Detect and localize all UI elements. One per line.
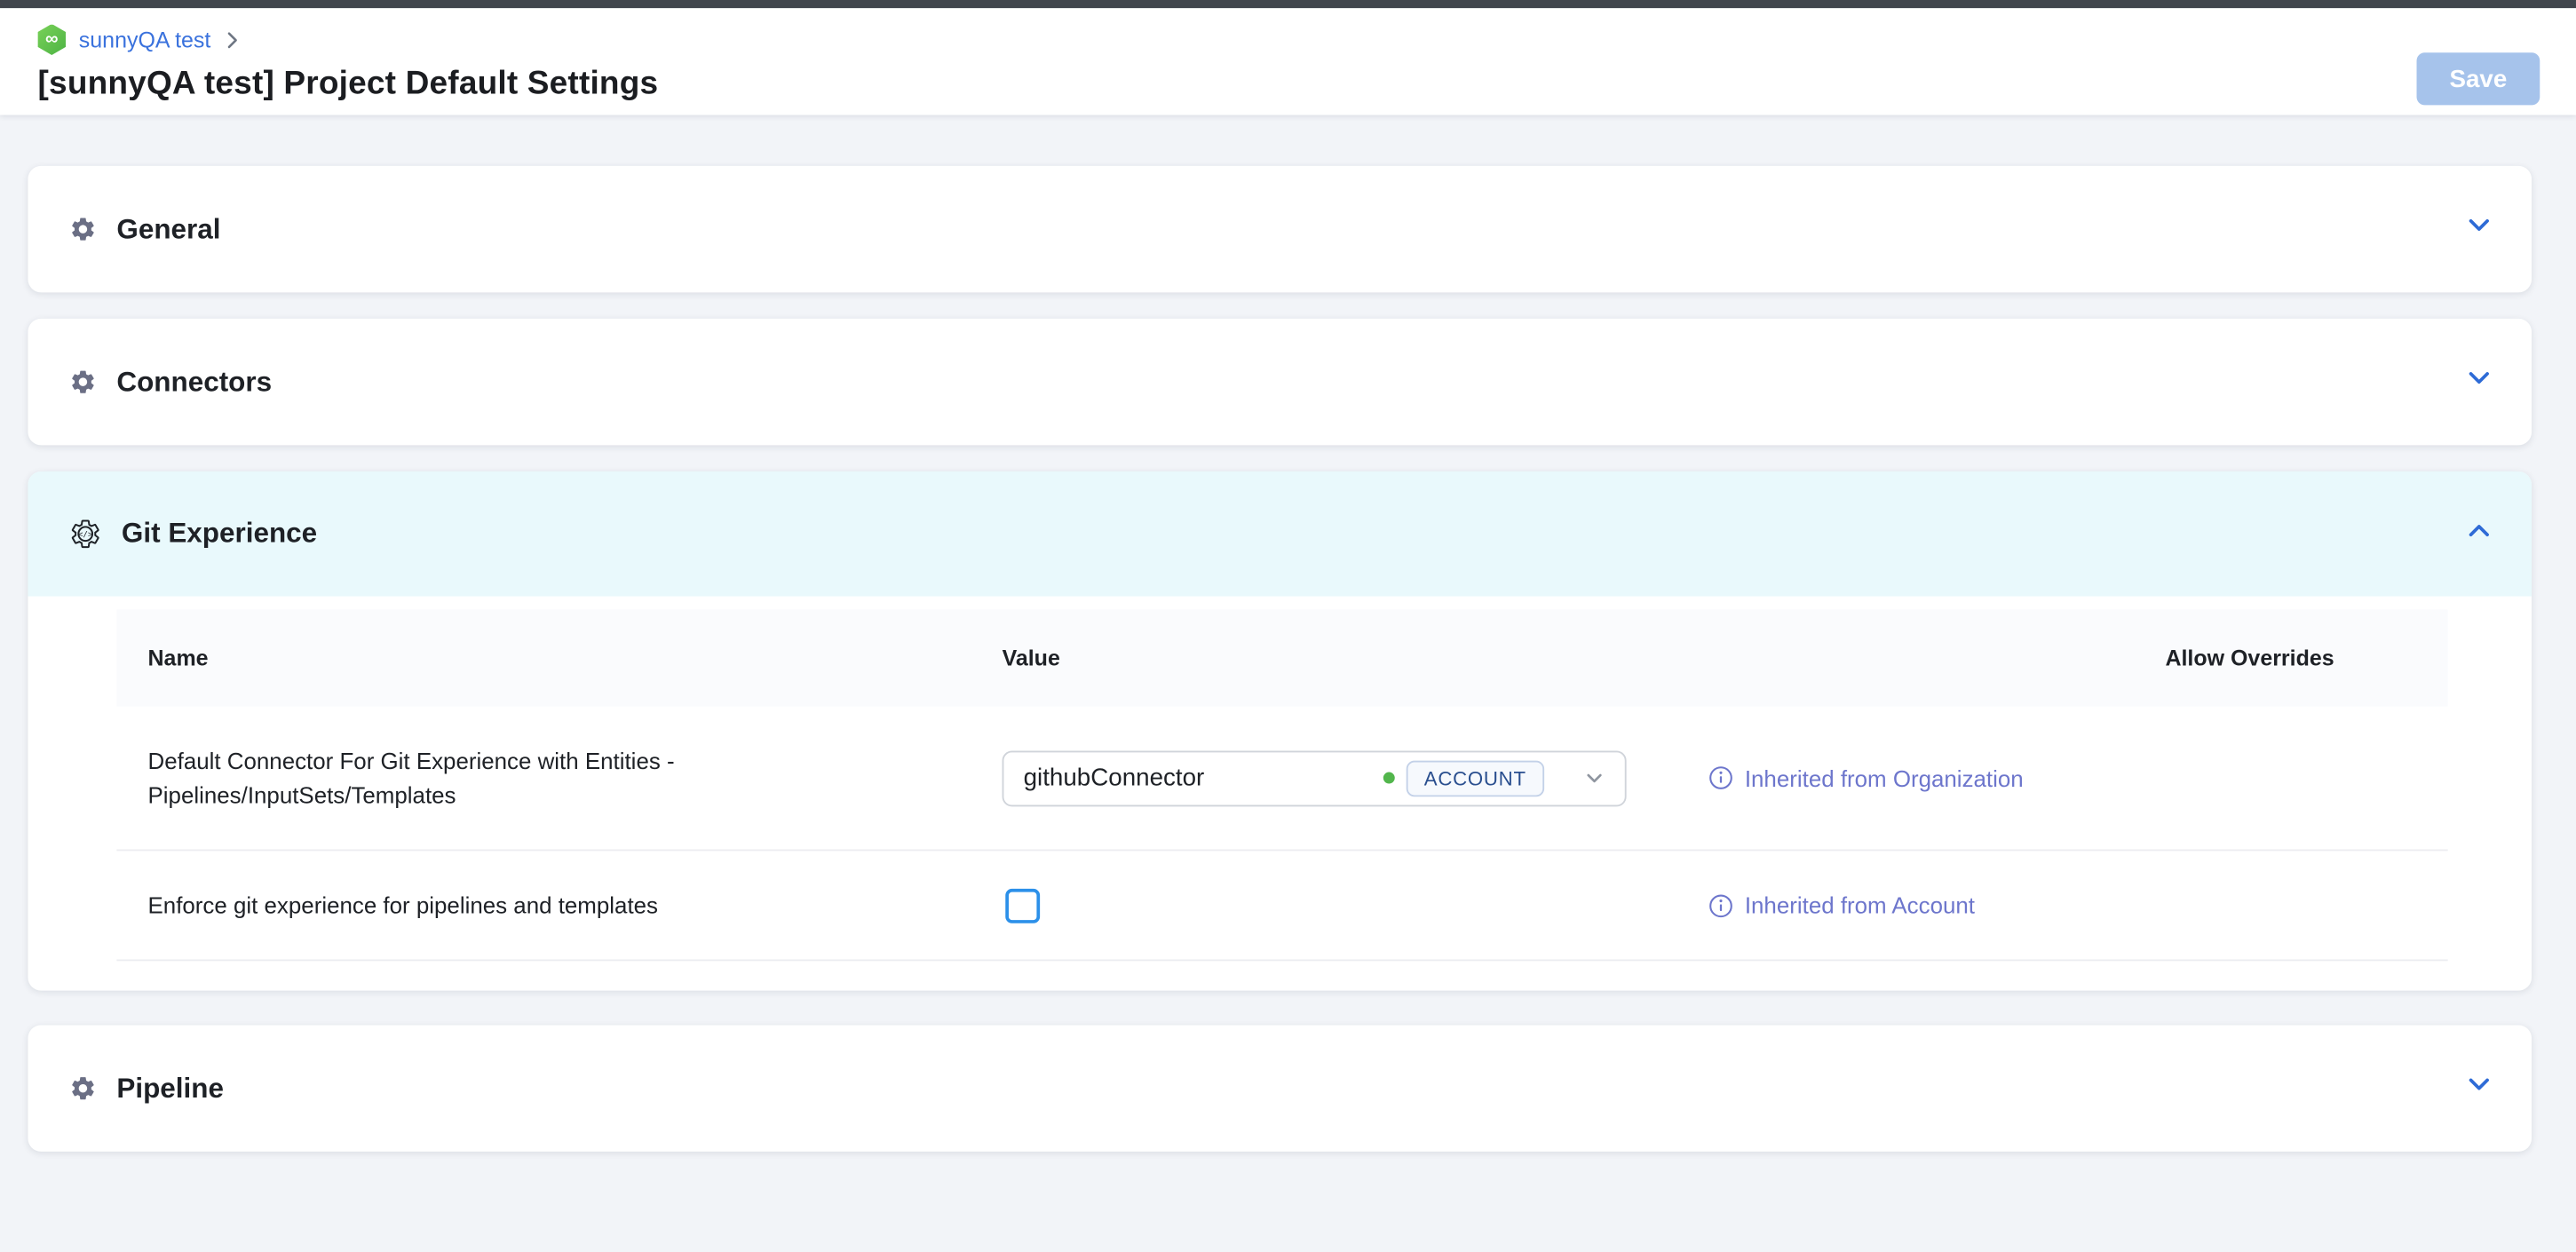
breadcrumb: ∞ sunnyQA test bbox=[38, 8, 2540, 56]
chevron-down-icon bbox=[2466, 1071, 2493, 1105]
window-top-strip bbox=[0, 0, 2576, 8]
gear-icon bbox=[69, 1074, 97, 1102]
section-title-general: General bbox=[116, 213, 2466, 246]
inherited-from-account-link[interactable]: Inherited from Account bbox=[1708, 892, 1975, 919]
section-title-connectors: Connectors bbox=[116, 366, 2466, 399]
section-header-pipeline[interactable]: Pipeline bbox=[28, 1025, 2532, 1151]
table-row-enforce-git-experience: Enforce git experience for pipelines and… bbox=[116, 851, 2447, 961]
setting-name: Default Connector For Git Experience wit… bbox=[148, 707, 855, 850]
inherited-label: Inherited from Account bbox=[1745, 892, 1975, 919]
section-header-git-experience[interactable]: </> Git Experience bbox=[28, 471, 2532, 597]
page-header: ∞ sunnyQA test [sunnyQA test] Project De… bbox=[0, 8, 2576, 115]
svg-text:</>: </> bbox=[78, 530, 93, 540]
chevron-down-icon bbox=[2466, 212, 2493, 247]
section-header-connectors[interactable]: Connectors bbox=[28, 319, 2532, 445]
connector-select[interactable]: githubConnector ACCOUNT bbox=[1003, 750, 1627, 806]
setting-value-cell bbox=[1003, 851, 1041, 959]
chevron-down-icon bbox=[2466, 365, 2493, 400]
setting-name: Enforce git experience for pipelines and… bbox=[148, 851, 855, 959]
setting-value-cell: githubConnector ACCOUNT bbox=[1003, 707, 1627, 850]
connector-select-value: githubConnector bbox=[1024, 764, 1383, 791]
chevron-up-icon bbox=[2466, 517, 2493, 551]
gear-code-icon: </> bbox=[69, 518, 102, 551]
column-header-name: Name bbox=[148, 609, 209, 706]
breadcrumb-project-link[interactable]: sunnyQA test bbox=[79, 28, 211, 52]
section-title-git-experience: Git Experience bbox=[122, 518, 2466, 551]
gear-icon bbox=[69, 368, 97, 395]
column-header-value: Value bbox=[1003, 609, 1060, 706]
project-default-settings-page: ∞ sunnyQA test [sunnyQA test] Project De… bbox=[0, 0, 2576, 1252]
table-row-default-connector: Default Connector For Git Experience wit… bbox=[116, 707, 2447, 852]
info-icon bbox=[1708, 893, 1733, 918]
gear-icon bbox=[69, 215, 97, 242]
chevron-right-icon bbox=[224, 31, 242, 49]
section-title-pipeline: Pipeline bbox=[116, 1072, 2466, 1105]
settings-table-header: Name Value Allow Overrides bbox=[116, 609, 2447, 706]
section-card-general: General bbox=[28, 166, 2532, 292]
chevron-down-icon bbox=[1584, 767, 1605, 788]
save-button[interactable]: Save bbox=[2417, 52, 2540, 105]
column-header-allow-overrides: Allow Overrides bbox=[2165, 609, 2334, 706]
connector-status-dot bbox=[1383, 773, 1395, 784]
section-card-pipeline: Pipeline bbox=[28, 1025, 2532, 1151]
project-hexagon-icon: ∞ bbox=[38, 24, 66, 55]
page-title: [sunnyQA test] Project Default Settings bbox=[38, 66, 2540, 104]
settings-table: Name Value Allow Overrides Default Conne… bbox=[116, 609, 2447, 961]
inherited-from-organization-link[interactable]: Inherited from Organization bbox=[1708, 765, 2024, 791]
info-icon bbox=[1708, 765, 1733, 790]
enforce-git-experience-checkbox[interactable] bbox=[1005, 888, 1040, 923]
connector-scope-badge: ACCOUNT bbox=[1406, 760, 1544, 796]
git-experience-settings-body: Name Value Allow Overrides Default Conne… bbox=[28, 597, 2532, 991]
section-header-general[interactable]: General bbox=[28, 166, 2532, 292]
inherited-label: Inherited from Organization bbox=[1745, 765, 2024, 791]
section-card-git-experience: </> Git Experience Name Value Allow Over… bbox=[28, 471, 2532, 991]
settings-sections: General Connectors bbox=[0, 115, 2576, 1152]
section-card-connectors: Connectors bbox=[28, 319, 2532, 445]
